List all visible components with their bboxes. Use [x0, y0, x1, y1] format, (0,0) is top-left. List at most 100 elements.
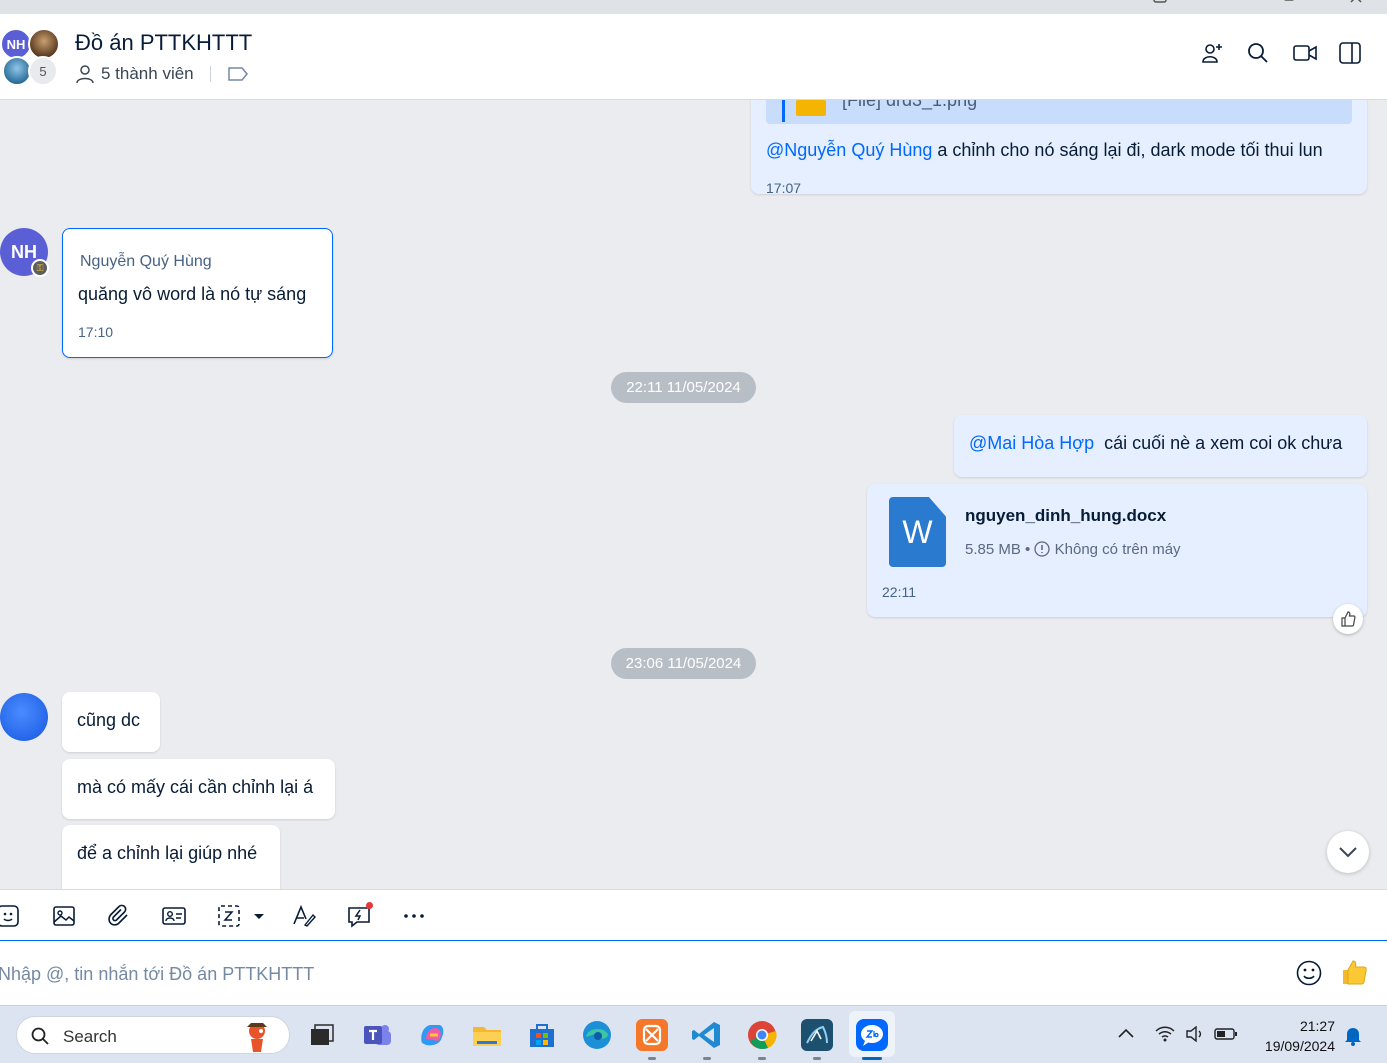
- composer: [0, 941, 1387, 1005]
- sidebar-toggle-icon[interactable]: [1339, 42, 1361, 64]
- mysql-workbench-icon[interactable]: [801, 1019, 833, 1051]
- sender-avatar[interactable]: [0, 693, 48, 741]
- members-label: 5 thành viên: [101, 64, 194, 83]
- system-clock[interactable]: 21:27 19/09/2024: [1265, 1016, 1335, 1056]
- notification-bell-icon[interactable]: [1344, 1026, 1362, 1046]
- edge-icon[interactable]: [581, 1019, 613, 1051]
- message-time: 22:11: [882, 584, 916, 600]
- message-input[interactable]: [0, 959, 1258, 989]
- chevron-up-icon[interactable]: [1117, 1026, 1135, 1043]
- message-text: để a chỉnh lại giúp nhé: [77, 843, 258, 863]
- store-icon[interactable]: [526, 1019, 558, 1051]
- contact-card-icon[interactable]: [162, 904, 186, 928]
- file-status: Không có trên máy: [1054, 541, 1181, 558]
- mention-link[interactable]: @Mai Hòa Hợp: [969, 433, 1094, 453]
- tag-icon[interactable]: [227, 66, 249, 82]
- group-title[interactable]: Đồ án PTTKHTTT: [75, 30, 252, 56]
- send-like-button[interactable]: [1340, 958, 1368, 986]
- react-like-icon[interactable]: [1333, 604, 1363, 634]
- chrome-icon[interactable]: [746, 1019, 778, 1051]
- video-call-icon[interactable]: [1293, 42, 1317, 64]
- file-message[interactable]: W nguyen_dinh_hung.docx 5.85 MB • Không …: [867, 484, 1367, 617]
- message-time: 17:07: [766, 180, 802, 196]
- format-text-icon[interactable]: [292, 904, 316, 928]
- group-avatar[interactable]: NH 5: [0, 14, 60, 86]
- message-text: quăng vô word là nó tự sáng: [78, 284, 307, 304]
- file-size: 5.85 MB: [965, 541, 1021, 558]
- search-highlight-icon: [239, 1019, 275, 1053]
- clock-date: 19/09/2024: [1264, 1038, 1335, 1054]
- key-badge-icon: ⚿: [31, 259, 49, 277]
- message-text: cũng dc: [77, 710, 141, 730]
- clock-time: 21:27: [1299, 1018, 1335, 1034]
- extra-members-count: 5: [28, 56, 58, 86]
- message-list[interactable]: [File] drd3_1.png @Nguyễn Quý Hùng a chỉ…: [0, 100, 1387, 889]
- file-explorer-icon[interactable]: [471, 1019, 503, 1051]
- teams-icon[interactable]: [361, 1019, 393, 1051]
- zalo-icon[interactable]: [856, 1019, 888, 1051]
- composer-toolbar: [0, 889, 1387, 941]
- incoming-message[interactable]: cũng dc: [62, 692, 160, 752]
- message-text: @Nguyễn Quý Hùng a chỉnh cho nó sáng lại…: [766, 140, 1323, 161]
- file-name[interactable]: nguyen_dinh_hung.docx: [965, 506, 1166, 526]
- image-icon[interactable]: [52, 904, 76, 928]
- emoji-icon[interactable]: [1296, 960, 1322, 986]
- running-indicator: [758, 1057, 766, 1060]
- screenshot-icon[interactable]: [217, 904, 267, 928]
- more-icon[interactable]: [402, 904, 426, 928]
- word-file-icon: W: [889, 497, 946, 567]
- copilot-icon[interactable]: [416, 1019, 448, 1051]
- sender-name: Nguyễn Quý Hùng: [80, 253, 212, 270]
- date-separator: 22:11 11/05/2024: [611, 372, 756, 403]
- search-icon: [31, 1027, 49, 1045]
- file-icon: [796, 100, 826, 116]
- reply-quote-text: [File] drd3_1.png: [842, 100, 978, 110]
- xampp-icon[interactable]: [636, 1019, 668, 1051]
- battery-icon[interactable]: [1214, 1026, 1238, 1046]
- incoming-message[interactable]: mà có mấy cái cần chỉnh lại á: [62, 759, 335, 819]
- search-label: Search: [63, 1027, 117, 1046]
- close-icon[interactable]: [1348, 0, 1364, 11]
- my-message[interactable]: [File] drd3_1.png @Nguyễn Quý Hùng a chỉ…: [751, 100, 1367, 196]
- chat-header: [0, 14, 1387, 100]
- members-info[interactable]: 5 thành viên: [75, 64, 249, 84]
- running-indicator: [648, 1057, 656, 1060]
- running-indicator: [703, 1057, 711, 1060]
- my-message[interactable]: @Mai Hòa Hợp cái cuối nè a xem coi ok ch…: [954, 415, 1367, 477]
- restore-icon[interactable]: [1282, 0, 1298, 11]
- divider: [209, 66, 211, 82]
- minimize-icon[interactable]: [1152, 0, 1168, 11]
- file-meta: 5.85 MB • Không có trên máy: [965, 541, 1181, 558]
- vscode-icon[interactable]: [691, 1019, 723, 1051]
- window-titlebar: [0, 0, 1387, 14]
- info-icon: [1034, 541, 1051, 557]
- message-text: mà có mấy cái cần chỉnh lại á: [77, 777, 314, 797]
- notification-dot: [366, 902, 373, 909]
- active-indicator: [862, 1057, 882, 1060]
- volume-icon[interactable]: [1185, 1025, 1205, 1046]
- person-icon: [76, 65, 94, 84]
- scroll-to-bottom-button[interactable]: [1327, 831, 1369, 873]
- message-time: 17:10: [78, 324, 114, 340]
- wifi-icon[interactable]: [1155, 1026, 1175, 1046]
- incoming-message[interactable]: để a chỉnh lại giúp nhé: [62, 825, 280, 889]
- message-text: @Mai Hòa Hợp cái cuối nè a xem coi ok ch…: [969, 433, 1342, 454]
- incoming-message[interactable]: Nguyễn Quý Hùng quăng vô word là nó tự s…: [62, 228, 333, 358]
- message-body: cái cuối nè a xem coi ok chưa: [1094, 433, 1343, 453]
- add-member-icon[interactable]: [1201, 42, 1223, 64]
- search-icon[interactable]: [1247, 42, 1269, 64]
- mention-link[interactable]: @Nguyễn Quý Hùng: [766, 140, 932, 160]
- chevron-down-icon: [1339, 847, 1357, 858]
- os-taskbar: Search 21:27 19/09/2024: [0, 1005, 1387, 1063]
- date-separator: 23:06 11/05/2024: [611, 648, 756, 679]
- reply-quote[interactable]: [File] drd3_1.png: [766, 100, 1352, 124]
- sticker-icon[interactable]: [0, 904, 20, 928]
- quote-bar: [782, 100, 785, 122]
- message-body: a chỉnh cho nó sáng lại đi, dark mode tố…: [932, 140, 1323, 160]
- taskbar-search[interactable]: Search: [16, 1016, 290, 1054]
- bullet: •: [1025, 541, 1035, 558]
- running-indicator: [813, 1057, 821, 1060]
- attach-icon[interactable]: [107, 904, 131, 928]
- task-view-icon[interactable]: [306, 1019, 338, 1051]
- header-actions: [1201, 42, 1361, 64]
